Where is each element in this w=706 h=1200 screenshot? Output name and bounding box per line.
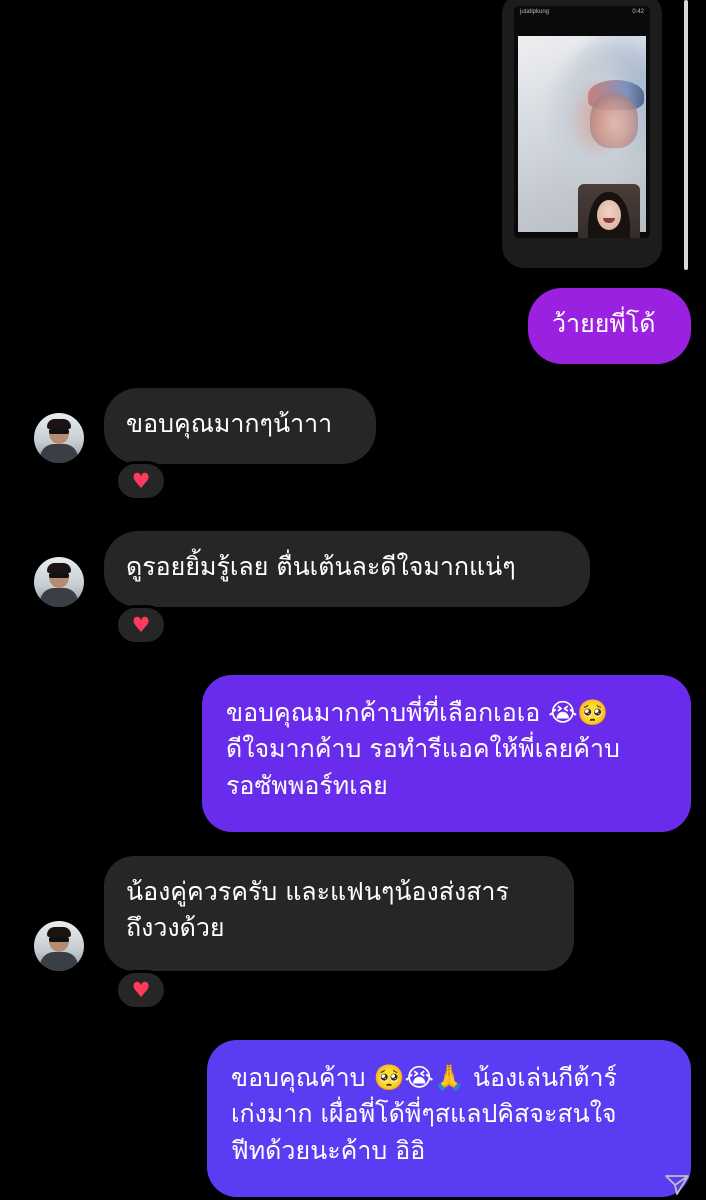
message-text-line: รอซัพพอร์ทเลย — [226, 770, 388, 800]
message-sent[interactable]: ว้ายยพี่โด้ — [528, 288, 691, 364]
story-duration: 0:42 — [632, 9, 644, 15]
shared-story-preview[interactable]: jutatipkung 0:42 — [502, 0, 662, 268]
scroll-indicator[interactable] — [684, 0, 688, 270]
sender-avatar[interactable] — [34, 557, 84, 607]
message-text-line: ถึงวงด้วย — [126, 913, 225, 943]
message-received[interactable]: น้องคู่ควรครับ และแฟนๆน้องส่งสาร ถึงวงด้… — [104, 856, 574, 971]
story-reaction-camera — [578, 184, 640, 238]
message-received[interactable]: ดูรอยยิ้มรู้เลย ตื่นเต้นละดีใจมากแน่ๆ — [104, 531, 590, 607]
message-sent[interactable]: ขอบคุณค้าบ 🥺😭🙏 น้องเล่นกีต้าร์ เก่งมาก เ… — [207, 1040, 691, 1197]
message-text-line: น้องคู่ควรครับ และแฟนๆน้องส่งสาร — [126, 877, 509, 906]
story-thumbnail: jutatipkung 0:42 — [514, 6, 650, 238]
sender-avatar[interactable] — [34, 413, 84, 463]
story-subject-face — [590, 94, 638, 148]
story-video-frame — [518, 36, 646, 238]
message-text: ขอบคุณมากๆน้าาา — [126, 409, 333, 438]
message-text-line: ขอบคุณค้าบ 🥺😭🙏 น้องเล่นกีต้าร์ — [231, 1063, 617, 1092]
message-text: ว้ายยพี่โด้ — [552, 309, 656, 338]
send-arrow-icon — [665, 1175, 689, 1195]
message-text-line: ขอบคุณมากค้าบพี่ที่เลือกเอเอ 😭🥺 — [226, 698, 609, 727]
heart-icon[interactable]: ♥ — [115, 605, 167, 645]
heart-icon[interactable]: ♥ — [115, 970, 167, 1010]
message-sent[interactable]: ขอบคุณมากค้าบพี่ที่เลือกเอเอ 😭🥺 ดีใจมากค… — [202, 675, 691, 832]
sender-avatar[interactable] — [34, 921, 84, 971]
message-text: ดูรอยยิ้มรู้เลย ตื่นเต้นละดีใจมากแน่ๆ — [126, 552, 516, 581]
message-text-line: ดีใจมากค้าบ รอทำรีแอคให้พี่เลยค้าบ — [226, 734, 620, 764]
message-text-line: เก่งมาก เผื่อพี่โด้พี่ๆสแลปคิสจะสนใจ — [231, 1099, 617, 1129]
story-username: jutatipkung — [520, 9, 550, 15]
message-received[interactable]: ขอบคุณมากๆน้าาา — [104, 388, 376, 464]
heart-icon[interactable]: ♥ — [115, 461, 167, 501]
message-text-line: ฟีทด้วยนะค้าบ อิอิ — [231, 1135, 426, 1165]
